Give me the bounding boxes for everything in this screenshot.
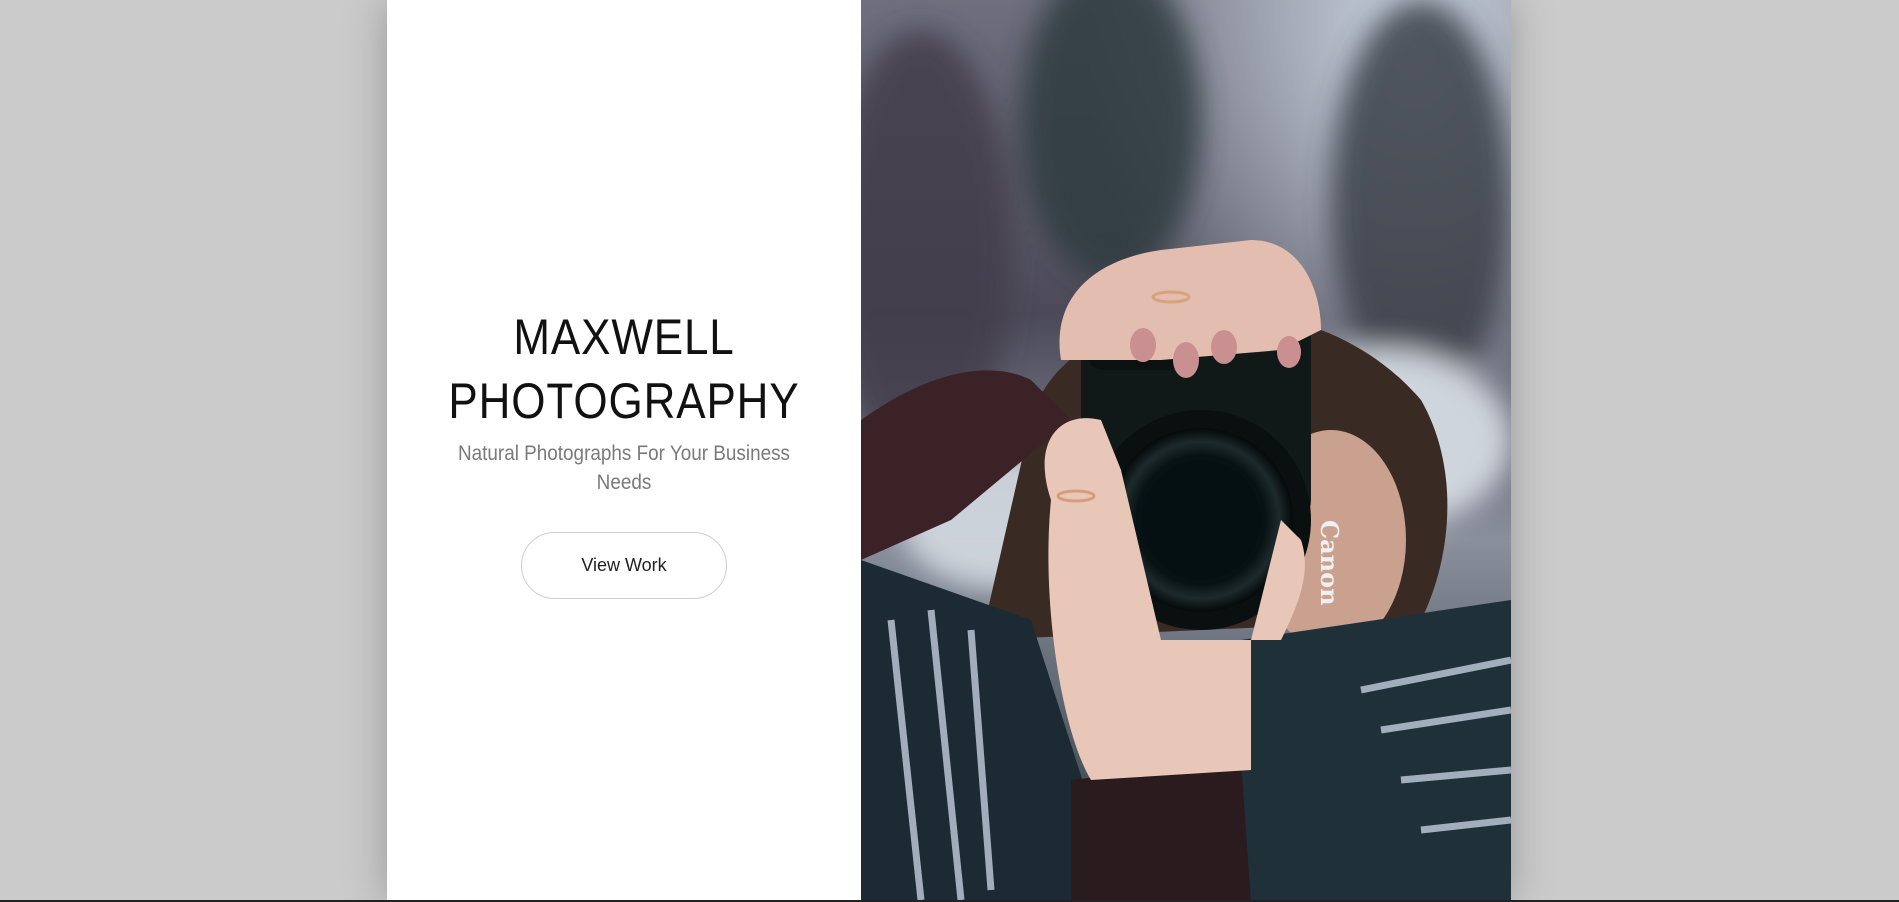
site-subtitle: Natural Photographs For Your Business Ne… bbox=[457, 442, 790, 494]
hero-left-panel: MAXWELL PHOTOGRAPHY Natural Photographs … bbox=[387, 0, 861, 902]
view-work-button[interactable]: View Work bbox=[521, 532, 727, 599]
canon-logo-text: Canon bbox=[1315, 520, 1344, 606]
site-title-line-2: PHOTOGRAPHY bbox=[448, 373, 800, 429]
hero-photo: Canon bbox=[861, 0, 1511, 902]
site-title-line-1: MAXWELL bbox=[513, 309, 735, 365]
hero-page: MAXWELL PHOTOGRAPHY Natural Photographs … bbox=[387, 0, 1511, 902]
camera-photo-image: Canon bbox=[861, 0, 1511, 902]
hero-text: MAXWELL PHOTOGRAPHY Natural Photographs … bbox=[387, 305, 861, 497]
